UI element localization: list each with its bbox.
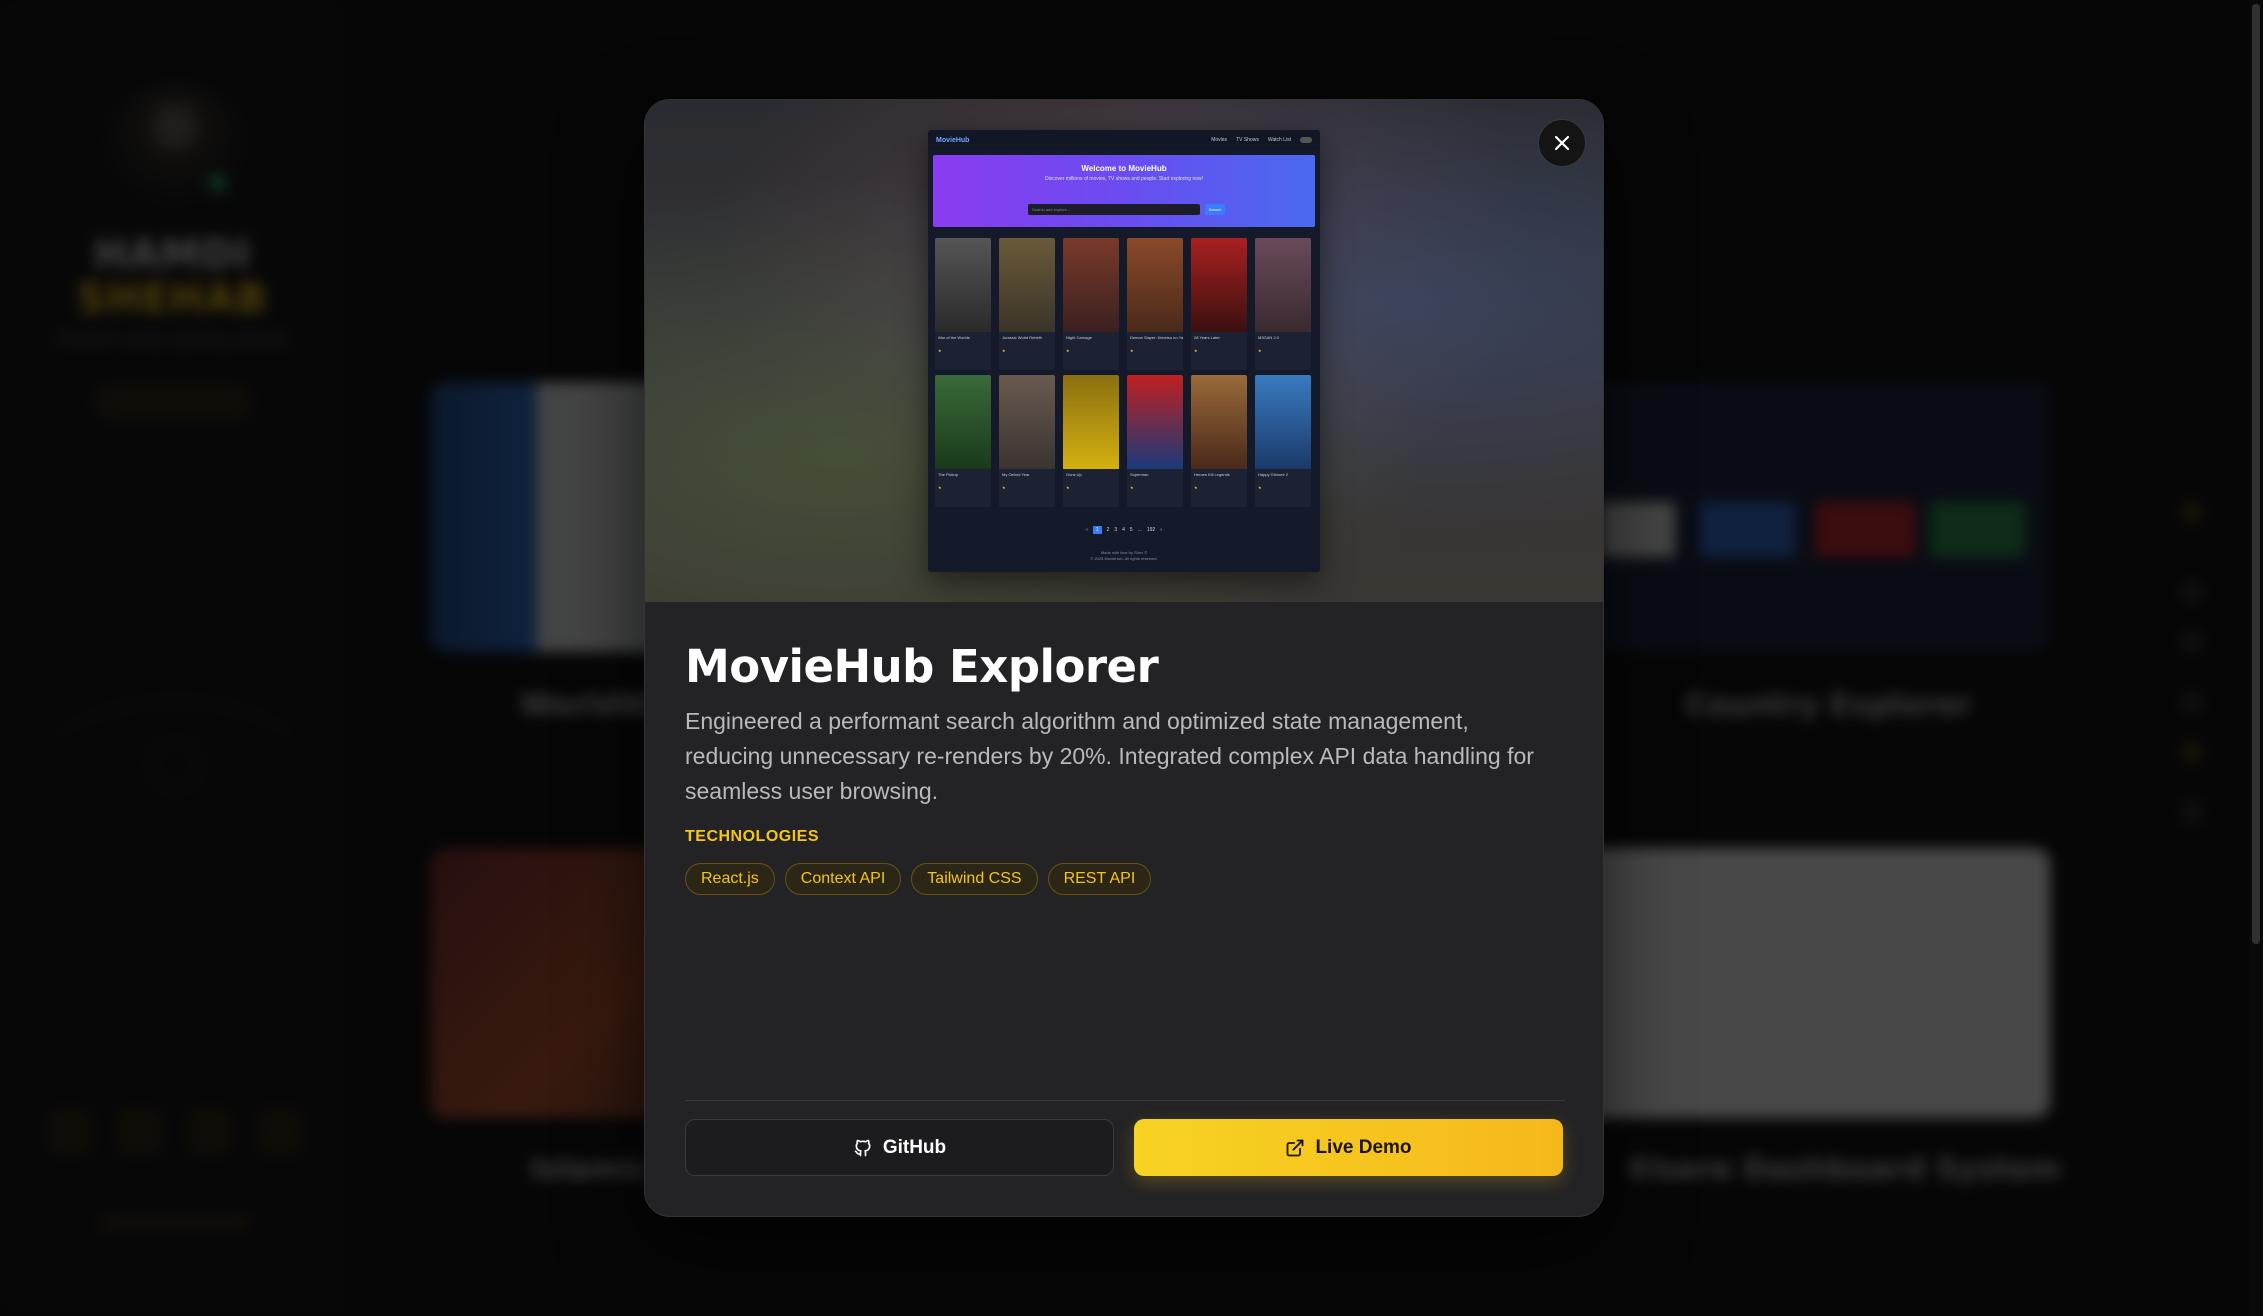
- project-modal: MovieHub Movies TV Shows Watch List Welc…: [644, 99, 1604, 1217]
- preview-pagination: ‹ 1 2 3 4 5 ... 192 ›: [928, 526, 1320, 534]
- preview-page: 3: [1114, 527, 1118, 533]
- preview-movie-card: War of the Worlds ★: [935, 238, 991, 370]
- preview-hero: Welcome to MovieHub Discover millions of…: [933, 155, 1315, 227]
- preview-movie-card: Night Carnage ★: [1063, 238, 1119, 370]
- preview-movie-card: My Oxford Year ★: [999, 375, 1055, 507]
- preview-movie-card: Demon Slayer: Kimetsu no Yaiba Infinity …: [1127, 238, 1183, 370]
- project-preview-hero: MovieHub Movies TV Shows Watch List Welc…: [645, 100, 1603, 602]
- preview-star-icon: ★: [1066, 485, 1070, 490]
- preview-movie-title: Heroes Kill Legends: [1194, 472, 1230, 477]
- preview-movie-poster: [999, 375, 1055, 469]
- external-link-icon: [1287, 1139, 1304, 1156]
- preview-movie-card: Jurassic World Rebirth ★: [999, 238, 1055, 370]
- preview-movie-title: Night Carnage: [1066, 335, 1092, 340]
- tech-tag: React.js: [685, 863, 775, 895]
- preview-movie-card: M3GAN 2.0 ★: [1255, 238, 1311, 370]
- preview-star-icon: ★: [1258, 348, 1262, 353]
- tech-tag: Context API: [784, 863, 902, 895]
- preview-page: 4: [1122, 527, 1125, 533]
- tech-tag: Tailwind CSS: [911, 863, 1038, 895]
- technology-tags: React.js Context API Tailwind CSS REST A…: [685, 863, 1152, 895]
- preview-movie-card: The Pickup ★: [935, 375, 991, 507]
- preview-navbar: MovieHub Movies TV Shows Watch List: [928, 130, 1320, 150]
- live-demo-button[interactable]: Live Demo: [1134, 1119, 1563, 1176]
- preview-movie-poster: [1063, 375, 1119, 469]
- preview-movie-poster: [935, 375, 991, 469]
- project-title: MovieHub Explorer: [685, 640, 1159, 693]
- preview-movie-poster: [1127, 238, 1183, 332]
- preview-star-icon: ★: [1002, 348, 1006, 353]
- tech-tag: REST API: [1047, 863, 1152, 895]
- preview-movie-title: War of the Worlds: [938, 335, 970, 340]
- preview-search-button: Search: [1205, 204, 1225, 215]
- preview-movie-poster: [1191, 375, 1247, 469]
- preview-movie-title: Happy Gilmore 2: [1258, 472, 1289, 477]
- preview-hero-title: Welcome to MovieHub: [1081, 164, 1167, 173]
- preview-movie-title: The Pickup: [938, 472, 959, 477]
- preview-star-icon: ★: [1130, 348, 1134, 353]
- preview-page: ‹: [1086, 527, 1088, 533]
- preview-search-input: Search and explore...: [1028, 204, 1200, 215]
- preview-movie-poster: [1063, 238, 1119, 332]
- preview-star-icon: ★: [1066, 348, 1070, 353]
- preview-movie-card: Happy Gilmore 2 ★: [1255, 375, 1311, 507]
- preview-nav-link: Watch List: [1267, 137, 1291, 143]
- project-screenshot: MovieHub Movies TV Shows Watch List Welc…: [928, 130, 1320, 572]
- preview-page: 2: [1106, 527, 1110, 533]
- preview-footer-copyright: © 2025 MovieHub. All rights reserved.: [1090, 556, 1158, 562]
- close-modal-button[interactable]: [1538, 119, 1586, 167]
- preview-page-current: 1: [1092, 526, 1102, 534]
- preview-movie-poster: [935, 238, 991, 332]
- preview-logo: MovieHub: [936, 136, 970, 144]
- preview-movie-poster: [999, 238, 1055, 332]
- preview-star-icon: ★: [938, 348, 942, 353]
- preview-star-icon: ★: [1130, 485, 1134, 490]
- live-demo-button-label: Live Demo: [1315, 1136, 1412, 1158]
- preview-nav-link: TV Shows: [1236, 137, 1259, 143]
- close-icon: [1554, 135, 1570, 151]
- preview-movie-poster: [1255, 375, 1311, 469]
- preview-nav-link: Movies: [1211, 137, 1228, 143]
- preview-movie-title: Superman: [1130, 472, 1149, 477]
- preview-movie-title: Guns Up: [1066, 472, 1082, 477]
- preview-movie-poster: [1255, 238, 1311, 332]
- preview-page: ›: [1160, 527, 1162, 533]
- preview-movie-card: Superman ★: [1127, 375, 1183, 507]
- preview-movie-title: Jurassic World Rebirth: [1002, 335, 1043, 340]
- preview-movie-title: M3GAN 2.0: [1258, 335, 1279, 340]
- preview-page: ...: [1137, 527, 1142, 533]
- preview-movie-card: 28 Years Later ★: [1191, 238, 1247, 370]
- preview-theme-toggle: [1300, 137, 1312, 143]
- divider: [685, 1100, 1565, 1101]
- preview-movie-poster: [1127, 375, 1183, 469]
- preview-star-icon: ★: [1194, 348, 1198, 353]
- preview-movie-title: 28 Years Later: [1194, 335, 1220, 340]
- preview-movie-title: Demon Slayer: Kimetsu no Yaiba Infinity …: [1130, 335, 1183, 340]
- preview-page: 192: [1146, 527, 1156, 533]
- preview-star-icon: ★: [938, 485, 942, 490]
- preview-star-icon: ★: [1258, 485, 1262, 490]
- preview-hero-subtitle: Discover millions of movies, TV shows an…: [1044, 176, 1204, 182]
- preview-footer: Made with love by Shex © © 2025 MovieHub…: [928, 550, 1320, 563]
- technologies-heading: TECHNOLOGIES: [685, 828, 820, 845]
- project-description: Engineered a performant search algorithm…: [685, 708, 1534, 804]
- preview-movie-card: Guns Up ★: [1063, 375, 1119, 507]
- preview-page: 5: [1129, 527, 1133, 533]
- github-icon: [854, 1139, 871, 1156]
- preview-movie-card: Heroes Kill Legends ★: [1191, 375, 1247, 507]
- github-button-label: GitHub: [882, 1136, 947, 1158]
- preview-star-icon: ★: [1194, 485, 1198, 490]
- preview-movie-poster: [1191, 238, 1247, 332]
- github-button[interactable]: GitHub: [685, 1119, 1114, 1176]
- preview-movie-title: My Oxford Year: [1002, 472, 1030, 477]
- preview-star-icon: ★: [1002, 485, 1006, 490]
